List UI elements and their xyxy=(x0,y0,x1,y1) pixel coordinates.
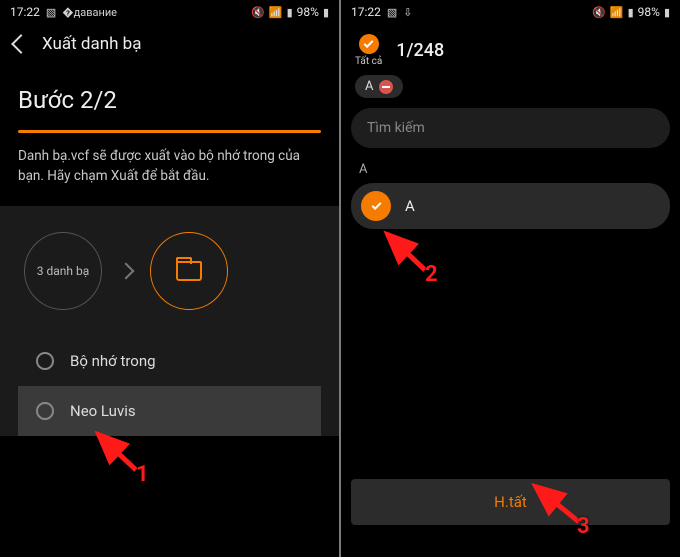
arrow-right-icon xyxy=(118,263,135,280)
chip-label: A xyxy=(365,79,373,94)
annotation-2: 2 xyxy=(375,228,435,278)
folder-icon xyxy=(176,261,202,281)
destination-circle xyxy=(150,232,228,310)
option-label: Neo Luvis xyxy=(70,402,136,420)
back-icon[interactable] xyxy=(11,34,31,54)
phone-left: 17:22 ▧ �давание 🔇 📶 ▮ 98% ▮ Xuất danh b… xyxy=(0,0,339,557)
check-icon xyxy=(359,34,379,54)
contact-row-a[interactable]: A xyxy=(351,183,670,229)
check-icon xyxy=(361,191,391,221)
battery-icon: ▮ xyxy=(664,6,670,19)
phone-right: 17:22 ▧ ⇩ 🔇 📶 ▮ 98% ▮ Tất cả 1/248 A Tìm… xyxy=(341,0,680,557)
remove-icon[interactable] xyxy=(379,80,393,94)
chip-a[interactable]: A xyxy=(355,75,403,98)
description-text: Danh bạ.vcf sẽ được xuất vào bộ nhớ tron… xyxy=(0,133,339,206)
signal-icon: ▮ xyxy=(287,6,293,19)
select-all-toggle[interactable]: Tất cả xyxy=(355,34,382,67)
radio-icon xyxy=(36,352,54,370)
radio-icon xyxy=(36,402,54,420)
option-neo-luvis[interactable]: Neo Luvis xyxy=(18,386,321,436)
export-visual: 3 danh bạ xyxy=(18,226,321,336)
page-title: Xuất danh bạ xyxy=(42,34,141,54)
mute-icon: 🔇 xyxy=(592,6,606,19)
search-input[interactable]: Tìm kiếm xyxy=(351,108,670,148)
contact-name: A xyxy=(405,197,415,215)
source-circle: 3 danh bạ xyxy=(24,232,102,310)
status-time: 17:22 xyxy=(351,5,381,19)
status-icon: �давание xyxy=(62,6,117,19)
mute-icon: 🔇 xyxy=(251,6,265,19)
page-header: Xuất danh bạ xyxy=(0,24,339,60)
status-icon: ⇩ xyxy=(403,6,412,19)
selected-chips: A xyxy=(341,71,680,108)
select-all-label: Tất cả xyxy=(355,56,382,67)
selection-header: Tất cả 1/248 xyxy=(341,24,680,71)
battery-text: 98% xyxy=(638,5,660,19)
status-bar: 17:22 ▧ ⇩ 🔇 📶 ▮ 98% ▮ xyxy=(341,0,680,24)
signal-icon: ▮ xyxy=(628,6,634,19)
wifi-icon: 📶 xyxy=(269,6,283,19)
done-button[interactable]: H.tất xyxy=(351,479,670,525)
battery-icon: ▮ xyxy=(323,6,329,19)
step-label: Bước 2/2 xyxy=(0,60,339,122)
export-panel: 3 danh bạ Bộ nhớ trong Neo Luvis xyxy=(0,206,339,436)
status-bar: 17:22 ▧ �давание 🔇 📶 ▮ 98% ▮ xyxy=(0,0,339,24)
section-header: A xyxy=(341,148,680,183)
search-placeholder: Tìm kiếm xyxy=(367,120,425,136)
status-icon: ▧ xyxy=(46,6,56,19)
battery-text: 98% xyxy=(297,5,319,19)
wifi-icon: 📶 xyxy=(610,6,624,19)
option-internal-storage[interactable]: Bộ nhớ trong xyxy=(18,336,321,386)
selection-count: 1/248 xyxy=(396,40,444,61)
status-icon: ▧ xyxy=(387,6,397,19)
status-time: 17:22 xyxy=(10,5,40,19)
option-label: Bộ nhớ trong xyxy=(70,352,156,370)
